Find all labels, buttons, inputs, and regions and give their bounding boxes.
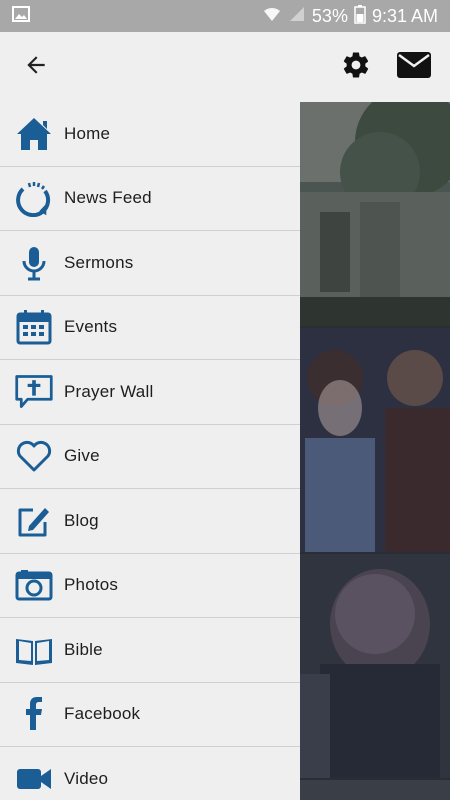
microphone-icon xyxy=(14,243,54,283)
status-bar: 53% 9:31 AM xyxy=(0,0,450,32)
menu-item-label: Home xyxy=(64,123,111,143)
battery-percent: 53% xyxy=(311,5,348,26)
menu-item-give[interactable]: Give xyxy=(0,425,300,489)
messages-button[interactable] xyxy=(392,45,436,89)
video-camera-icon xyxy=(14,759,54,799)
open-book-icon xyxy=(14,630,54,670)
photo-tile-street[interactable] xyxy=(300,87,450,326)
menu-item-label: Photos xyxy=(64,575,119,595)
prayer-cross-bubble-icon xyxy=(14,372,54,412)
camera-icon xyxy=(14,565,54,605)
back-button[interactable] xyxy=(14,45,58,89)
app-header xyxy=(0,32,450,102)
photo-tile-extra[interactable] xyxy=(300,780,450,800)
signal-icon xyxy=(288,5,306,28)
menu-item-label: Prayer Wall xyxy=(64,381,154,401)
menu-item-label: Give xyxy=(64,446,100,466)
menu-item-label: Video xyxy=(64,768,109,788)
menu-item-video[interactable]: Video xyxy=(0,747,300,800)
battery-icon xyxy=(354,4,366,29)
envelope-icon xyxy=(396,51,432,84)
menu-item-events[interactable]: Events xyxy=(0,296,300,360)
heart-icon xyxy=(14,436,54,476)
menu-item-label: Events xyxy=(64,317,118,337)
menu-item-prayer-wall[interactable]: Prayer Wall xyxy=(0,360,300,425)
refresh-feed-icon xyxy=(14,178,54,218)
facebook-icon xyxy=(14,694,54,734)
menu-item-sermons[interactable]: Sermons xyxy=(0,231,300,296)
arrow-left-icon xyxy=(23,52,49,83)
menu-item-label: News Feed xyxy=(64,188,152,208)
photo-tile-worship[interactable] xyxy=(300,554,450,778)
settings-button[interactable] xyxy=(334,45,378,89)
clock: 9:31 AM xyxy=(371,5,438,26)
menu-item-home[interactable]: Home xyxy=(0,102,300,167)
wifi-icon xyxy=(262,5,282,28)
menu-item-facebook[interactable]: Facebook xyxy=(0,683,300,747)
menu-item-label: Facebook xyxy=(64,704,141,724)
background-content xyxy=(300,87,450,800)
gallery-notification-icon xyxy=(12,5,30,27)
navigation-drawer: Home News Feed Sermons Events Prayer Wal… xyxy=(0,102,300,800)
menu-item-photos[interactable]: Photos xyxy=(0,554,300,618)
menu-item-bible[interactable]: Bible xyxy=(0,618,300,683)
home-icon xyxy=(14,114,54,154)
photo-tile-congregation[interactable] xyxy=(300,328,450,552)
edit-pencil-icon xyxy=(14,501,54,541)
menu-item-label: Blog xyxy=(64,510,99,530)
menu-item-label: Bible xyxy=(64,639,103,659)
calendar-icon xyxy=(14,307,54,347)
gear-icon xyxy=(341,50,371,85)
menu-item-news-feed[interactable]: News Feed xyxy=(0,167,300,231)
menu-item-label: Sermons xyxy=(64,252,134,272)
menu-item-blog[interactable]: Blog xyxy=(0,489,300,554)
